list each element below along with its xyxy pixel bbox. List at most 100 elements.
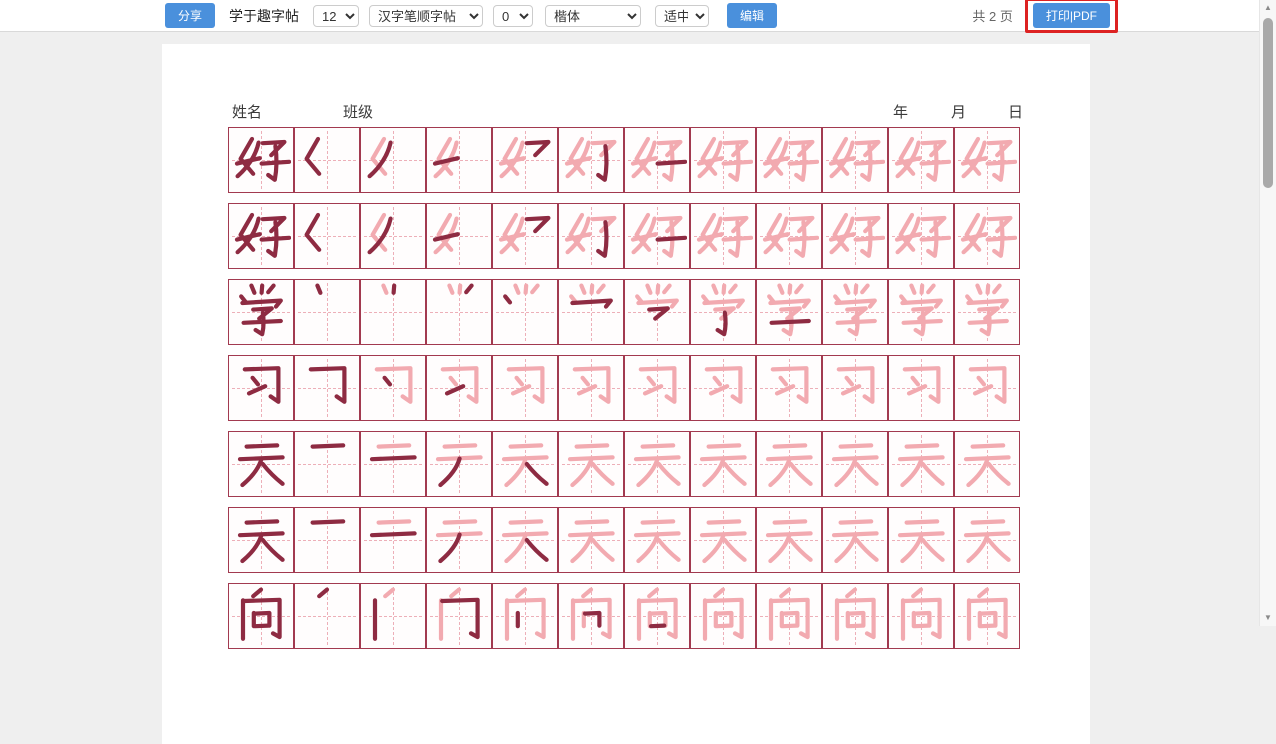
char-glyph	[759, 434, 819, 494]
trace-cell	[888, 203, 954, 269]
char-glyph	[495, 434, 555, 494]
char-glyph	[231, 434, 291, 494]
stroke-order-cell	[426, 203, 492, 269]
edit-button[interactable]: 编辑	[727, 3, 777, 28]
trace-cell	[954, 507, 1020, 573]
stroke-order-cell	[492, 507, 558, 573]
char-glyph	[825, 434, 885, 494]
char-glyph	[627, 434, 687, 494]
spacing-select[interactable]: 适中	[655, 5, 709, 27]
char-glyph	[363, 358, 423, 418]
char-glyph	[231, 510, 291, 570]
char-glyph	[231, 586, 291, 646]
char-glyph	[429, 358, 489, 418]
char-glyph	[825, 358, 885, 418]
char-glyph	[957, 434, 1017, 494]
trace-cell	[558, 355, 624, 421]
print-pdf-button[interactable]: 打印|PDF	[1033, 3, 1110, 28]
trace-cell	[756, 203, 822, 269]
char-glyph	[429, 586, 489, 646]
trace-cell	[888, 355, 954, 421]
stroke-order-cell	[624, 279, 690, 345]
char-glyph	[957, 358, 1017, 418]
trace-cell	[756, 583, 822, 649]
trace-cell	[954, 431, 1020, 497]
stroke-order-cell	[294, 355, 360, 421]
grid-count-select[interactable]: 12	[313, 5, 359, 27]
char-glyph	[495, 130, 555, 190]
stroke-order-cell	[756, 279, 822, 345]
stroke-order-cell	[360, 127, 426, 193]
char-glyph	[561, 586, 621, 646]
example-cell	[228, 507, 294, 573]
share-button[interactable]: 分享	[165, 3, 215, 28]
stroke-order-cell	[360, 507, 426, 573]
stroke-order-cell	[558, 127, 624, 193]
name-label: 姓名	[232, 101, 262, 122]
char-glyph	[231, 358, 291, 418]
trace-cell	[888, 431, 954, 497]
char-glyph	[297, 358, 357, 418]
trace-cell	[888, 127, 954, 193]
stroke-order-cell	[360, 203, 426, 269]
scroll-up-icon[interactable]: ▲	[1260, 0, 1276, 16]
char-glyph	[429, 282, 489, 342]
stroke-order-cell	[624, 583, 690, 649]
stroke-order-cell	[426, 431, 492, 497]
char-glyph	[825, 586, 885, 646]
char-glyph	[561, 130, 621, 190]
stroke-order-cell	[492, 279, 558, 345]
stroke-order-cell	[492, 127, 558, 193]
trace-cell	[492, 355, 558, 421]
worksheet-page: 姓名 班级 年 月 日	[162, 44, 1090, 744]
example-cell	[228, 127, 294, 193]
char-glyph	[561, 358, 621, 418]
scroll-thumb[interactable]	[1263, 18, 1273, 188]
trace-cell	[954, 355, 1020, 421]
trace-cell	[822, 355, 888, 421]
char-glyph	[825, 206, 885, 266]
char-glyph	[693, 130, 753, 190]
stroke-order-cell	[426, 279, 492, 345]
scrollbar[interactable]: ▲ ▼	[1259, 0, 1276, 626]
font-select[interactable]: 楷体	[545, 5, 641, 27]
char-glyph	[825, 130, 885, 190]
practice-row	[228, 203, 1020, 269]
char-glyph	[759, 358, 819, 418]
char-glyph	[363, 282, 423, 342]
char-glyph	[231, 282, 291, 342]
stroke-order-cell	[294, 431, 360, 497]
sheet-type-select[interactable]: 汉字笔顺字帖	[369, 5, 483, 27]
char-glyph	[891, 358, 951, 418]
practice-row	[228, 583, 1020, 649]
scroll-down-icon[interactable]: ▼	[1260, 610, 1276, 626]
char-glyph	[825, 510, 885, 570]
stroke-order-cell	[690, 279, 756, 345]
stroke-order-cell	[558, 583, 624, 649]
stroke-order-cell	[426, 583, 492, 649]
char-glyph	[429, 130, 489, 190]
stroke-order-cell	[294, 203, 360, 269]
char-glyph	[297, 130, 357, 190]
char-glyph	[561, 510, 621, 570]
example-cell	[228, 431, 294, 497]
stroke-order-cell	[624, 127, 690, 193]
stroke-order-cell	[558, 279, 624, 345]
char-glyph	[759, 586, 819, 646]
example-cell	[228, 279, 294, 345]
trace-cell	[756, 431, 822, 497]
trace-cell	[888, 507, 954, 573]
char-glyph	[825, 282, 885, 342]
example-cell	[228, 203, 294, 269]
char-glyph	[693, 206, 753, 266]
stroke-order-cell	[360, 279, 426, 345]
char-glyph	[627, 130, 687, 190]
trace-cell	[954, 203, 1020, 269]
trace-cell	[690, 583, 756, 649]
char-glyph	[627, 586, 687, 646]
char-glyph	[891, 510, 951, 570]
char-glyph	[231, 130, 291, 190]
blank-rows-select[interactable]: 0	[493, 5, 533, 27]
char-glyph	[693, 586, 753, 646]
char-glyph	[429, 206, 489, 266]
